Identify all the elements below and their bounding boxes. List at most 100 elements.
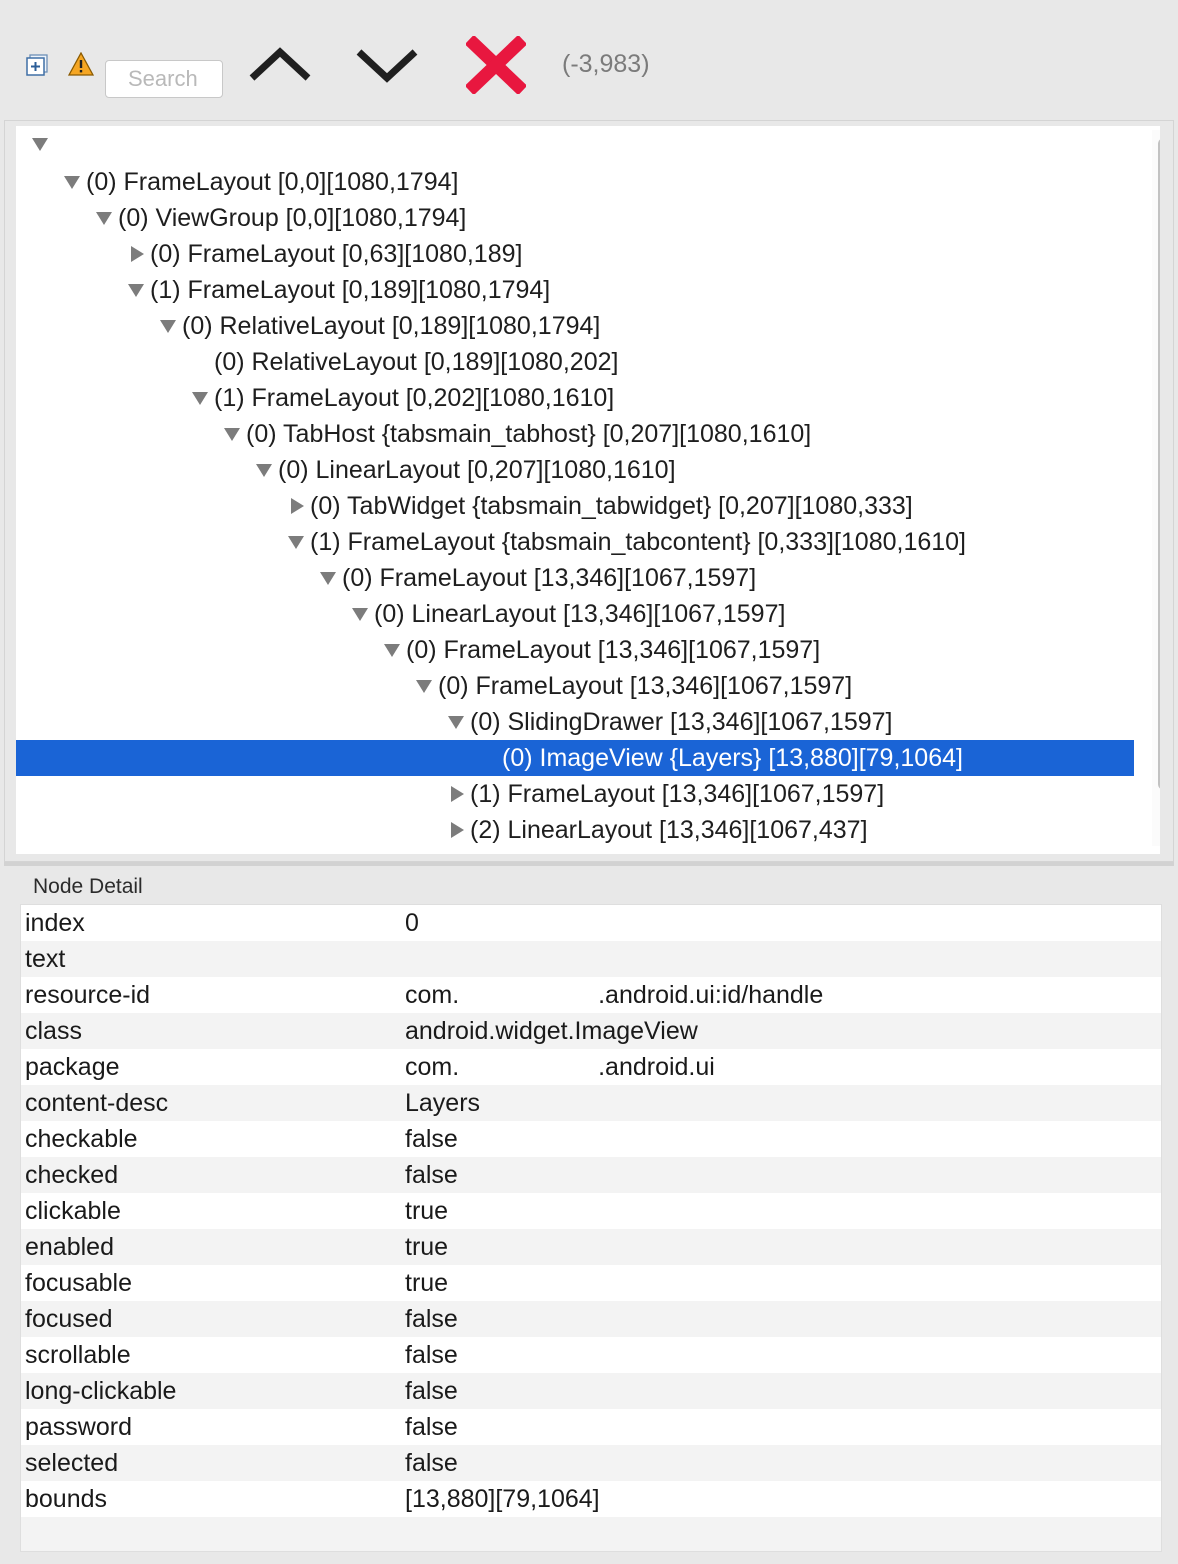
tree-row-label: (0) TabHost {tabsmain_tabhost} [0,207][1… — [246, 420, 812, 448]
tree-scrollbar-thumb[interactable] — [1158, 138, 1160, 790]
tree-row[interactable]: (2) LinearLayout [13,346][1067,437] — [16, 812, 1134, 848]
tree-row-label: (0) FrameLayout [0,0][1080,1794] — [86, 168, 459, 196]
expand-toggle-icon[interactable] — [382, 632, 402, 668]
expand-toggle-icon[interactable] — [414, 668, 434, 704]
detail-value: com. .android.ui:id/handle — [405, 981, 824, 1009]
tree-row[interactable]: (0) ViewGroup [0,0][1080,1794] — [16, 200, 1134, 236]
detail-row[interactable]: content-desc Layers — [21, 1085, 1161, 1121]
detail-row[interactable]: checked false — [21, 1157, 1161, 1193]
detail-key: text — [25, 945, 66, 973]
expand-toggle-icon[interactable] — [350, 596, 370, 632]
detail-key: package — [25, 1053, 120, 1081]
tree-row[interactable]: (0) FrameLayout [13,346][1067,1597] — [16, 668, 1134, 704]
expand-toggle-icon[interactable] — [126, 272, 146, 308]
expand-toggle-icon[interactable] — [222, 416, 242, 452]
detail-row[interactable]: index 0 — [21, 905, 1161, 941]
node-detail-table: index 0 text resource-id com. .android.ui:… — [20, 904, 1162, 1552]
detail-row[interactable]: long-clickable false — [21, 1373, 1161, 1409]
expand-toggle-icon[interactable] — [30, 126, 50, 162]
detail-value: false — [405, 1413, 458, 1441]
detail-row[interactable]: focused false — [21, 1301, 1161, 1337]
tree-row-label: (1) FrameLayout [0,189][1080,1794] — [150, 276, 551, 304]
detail-row[interactable]: resource-id com. .android.ui:id/handle — [21, 977, 1161, 1013]
close-icon[interactable] — [466, 36, 526, 94]
tree-row-label: (0) ViewGroup [0,0][1080,1794] — [118, 204, 467, 232]
expand-toggle-icon[interactable] — [62, 164, 82, 200]
expand-toggle-icon[interactable] — [286, 524, 306, 560]
tree-row-selected[interactable]: (0) ImageView {Layers} [13,880][79,1064] — [16, 740, 1134, 776]
detail-row[interactable]: scrollable false — [21, 1337, 1161, 1373]
collapsed-toggle-icon[interactable] — [446, 776, 466, 812]
tree-row[interactable]: (1) FrameLayout [13,346][1067,1597] — [16, 776, 1134, 812]
chevron-down-icon[interactable] — [355, 44, 419, 84]
tree-row[interactable]: (0) LinearLayout [13,346][1067,1597] — [16, 596, 1134, 632]
detail-key: class — [25, 1017, 82, 1045]
detail-value: true — [405, 1233, 449, 1261]
collapsed-toggle-icon[interactable] — [126, 236, 146, 272]
detail-value: true — [405, 1197, 449, 1225]
detail-row[interactable]: focusable true — [21, 1265, 1161, 1301]
detail-row[interactable]: text — [21, 941, 1161, 977]
detail-value: 0 — [405, 909, 419, 937]
expand-toggle-icon[interactable] — [190, 380, 210, 416]
chevron-up-icon[interactable] — [248, 44, 312, 84]
search-input[interactable] — [105, 60, 223, 98]
tree-row[interactable]: (1) FrameLayout {tabsmain_tabcontent} [0… — [16, 524, 1134, 560]
tree-row[interactable]: (0) FrameLayout [0,63][1080,189] — [16, 236, 1134, 272]
detail-row[interactable]: clickable true — [21, 1193, 1161, 1229]
expand-toggle-icon[interactable] — [254, 452, 274, 488]
node-detail-title: Node Detail — [33, 875, 143, 898]
tree-row[interactable]: (0) RelativeLayout [0,189][1080,1794] — [16, 308, 1134, 344]
tree-row-label: (1) FrameLayout {tabsmain_tabcontent} [0… — [310, 528, 967, 556]
tree-row-label: (0) TabWidget {tabsmain_tabwidget} [0,20… — [310, 492, 913, 520]
tree-row[interactable]: (0) RelativeLayout [0,189][1080,202] — [16, 344, 1134, 380]
detail-row[interactable]: enabled true — [21, 1229, 1161, 1265]
detail-key: scrollable — [25, 1341, 131, 1369]
tree-row-label: (0) FrameLayout [13,346][1067,1597] — [342, 564, 757, 592]
tree-row-label: (0) RelativeLayout [0,189][1080,1794] — [182, 312, 601, 340]
detail-key: focusable — [25, 1269, 133, 1297]
hierarchy-tree[interactable]: (0) FrameLayout [0,0][1080,1794] (0) Vie… — [16, 126, 1160, 854]
detail-value: true — [405, 1269, 449, 1297]
tree-row[interactable]: (0) TabWidget {tabsmain_tabwidget} [0,20… — [16, 488, 1134, 524]
collapsed-toggle-icon[interactable] — [286, 488, 306, 524]
tree-row[interactable]: (0) FrameLayout [13,346][1067,1597] — [16, 632, 1134, 668]
tree-row[interactable] — [16, 126, 1134, 162]
warning-icon[interactable] — [68, 52, 94, 76]
tree-row[interactable]: (1) FrameLayout [0,189][1080,1794] — [16, 272, 1134, 308]
tree-row[interactable]: (0) TabHost {tabsmain_tabhost} [0,207][1… — [16, 416, 1134, 452]
detail-row[interactable]: password false — [21, 1409, 1161, 1445]
tree-row[interactable]: (1) FrameLayout [0,202][1080,1610] — [16, 380, 1134, 416]
detail-row[interactable]: class android.widget.ImageView — [21, 1013, 1161, 1049]
tree-row-label: (0) SlidingDrawer [13,346][1067,1597] — [470, 708, 893, 736]
expand-all-icon[interactable] — [26, 54, 48, 76]
detail-key: checkable — [25, 1125, 138, 1153]
tree-row[interactable]: (0) SlidingDrawer [13,346][1067,1597] — [16, 704, 1134, 740]
tree-row-label: (0) FrameLayout [13,346][1067,1597] — [406, 636, 821, 664]
detail-row-empty — [21, 1517, 1161, 1551]
detail-row[interactable]: selected false — [21, 1445, 1161, 1481]
collapsed-toggle-icon[interactable] — [446, 812, 466, 848]
expand-toggle-icon[interactable] — [158, 308, 178, 344]
panel-splitter[interactable] — [4, 862, 1174, 866]
expand-toggle-icon[interactable] — [94, 200, 114, 236]
detail-value: android.widget.ImageView — [405, 1017, 698, 1045]
tree-row-label: (1) FrameLayout [0,202][1080,1610] — [214, 384, 615, 412]
tree-scrollbar[interactable] — [1152, 130, 1160, 846]
tree-row-label: (0) RelativeLayout [0,189][1080,202] — [214, 348, 619, 376]
detail-key: index — [25, 909, 85, 937]
detail-key: checked — [25, 1161, 119, 1189]
detail-value: false — [405, 1377, 458, 1405]
detail-row[interactable]: bounds [13,880][79,1064] — [21, 1481, 1161, 1517]
tree-row[interactable]: (0) LinearLayout [0,207][1080,1610] — [16, 452, 1134, 488]
tree-row[interactable]: (0) FrameLayout [13,346][1067,1597] — [16, 560, 1134, 596]
detail-row[interactable]: checkable false — [21, 1121, 1161, 1157]
expand-toggle-icon[interactable] — [446, 704, 466, 740]
tree-row[interactable]: (0) FrameLayout [0,0][1080,1794] — [16, 164, 1134, 200]
detail-value: false — [405, 1305, 458, 1333]
detail-key: resource-id — [25, 981, 151, 1009]
detail-key: bounds — [25, 1485, 108, 1513]
detail-row[interactable]: package com. .android.ui — [21, 1049, 1161, 1085]
expand-toggle-icon[interactable] — [318, 560, 338, 596]
detail-value: false — [405, 1341, 458, 1369]
